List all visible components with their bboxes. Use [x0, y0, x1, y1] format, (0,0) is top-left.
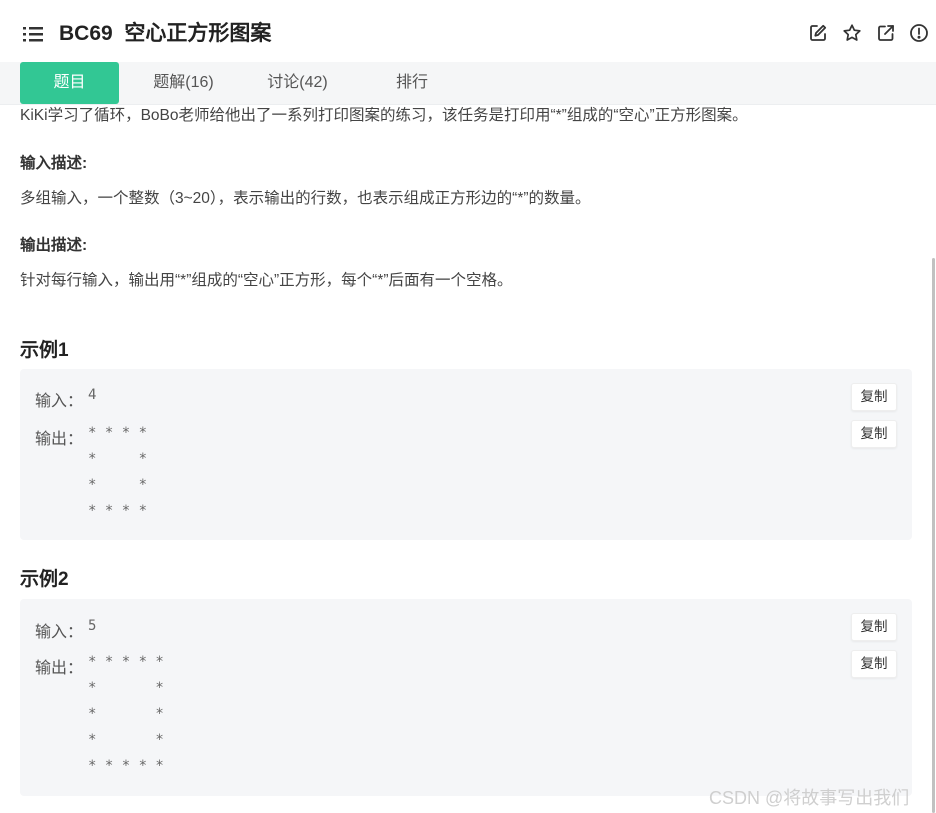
- example-1-output-value: * * * * * * * * * * * *: [88, 425, 148, 519]
- example-1-output-copy-button[interactable]: 复制: [851, 420, 897, 448]
- example-2-output-label: 输出：: [35, 660, 84, 677]
- example-2-input-copy-button[interactable]: 复制: [851, 613, 897, 641]
- example-2-output-copy-button[interactable]: 复制: [851, 650, 897, 678]
- edit-icon[interactable]: [808, 23, 828, 43]
- description-text: KiKi学习了循环，BoBo老师给他出了一系列打印图案的练习，该任务是打印用“*…: [20, 107, 748, 124]
- example-1-title: 示例1: [20, 340, 69, 361]
- external-link-icon[interactable]: [876, 23, 896, 43]
- problem-content: KiKi学习了循环，BoBo老师给他出了一系列打印图案的练习，该任务是打印用“*…: [0, 0, 912, 813]
- watermark: CSDN @将故事写出我们: [709, 788, 910, 808]
- input-description-label: 输入描述:: [20, 155, 88, 172]
- example-2-input-label: 输入：: [35, 624, 84, 641]
- example-1-input-value: 4: [88, 387, 97, 403]
- example-1-box: 输入： 4 复制 输出： * * * * * * * * * * * * 复制: [20, 369, 912, 540]
- input-description-text: 多组输入，一个整数（3~20），表示输出的行数，也表示组成正方形边的“*”的数量…: [20, 190, 591, 207]
- example-2-output-value: * * * * * * * * * * * * * * * *: [88, 654, 164, 774]
- example-1-input-label: 输入：: [35, 393, 84, 410]
- list-icon[interactable]: [22, 25, 44, 43]
- output-description-text: 针对每行输入，输出用“*”组成的“空心”正方形，每个“*”后面有一个空格。: [20, 272, 513, 289]
- scrollbar-thumb[interactable]: [932, 258, 935, 813]
- info-icon[interactable]: [909, 23, 929, 43]
- tab-bar: 题目 题解(16) 讨论(42) 排行: [0, 62, 936, 105]
- problem-header: BC69 空心正方形图案: [0, 0, 936, 62]
- example-1-output-label: 输出：: [35, 431, 84, 448]
- example-2-input-value: 5: [88, 618, 97, 634]
- tab-ranking[interactable]: 排行: [380, 62, 444, 104]
- example-2-title: 示例2: [20, 569, 69, 590]
- tab-solutions[interactable]: 题解(16): [141, 62, 226, 104]
- example-1-input-copy-button[interactable]: 复制: [851, 383, 897, 411]
- page-title: BC69 空心正方形图案: [59, 22, 272, 45]
- star-icon[interactable]: [842, 23, 862, 43]
- tab-discussion[interactable]: 讨论(42): [255, 62, 340, 104]
- output-description-label: 输出描述:: [20, 237, 88, 254]
- example-2-box: 输入： 5 复制 输出： * * * * * * * * * * * * * *…: [20, 599, 912, 796]
- tab-problem[interactable]: 题目: [20, 62, 119, 104]
